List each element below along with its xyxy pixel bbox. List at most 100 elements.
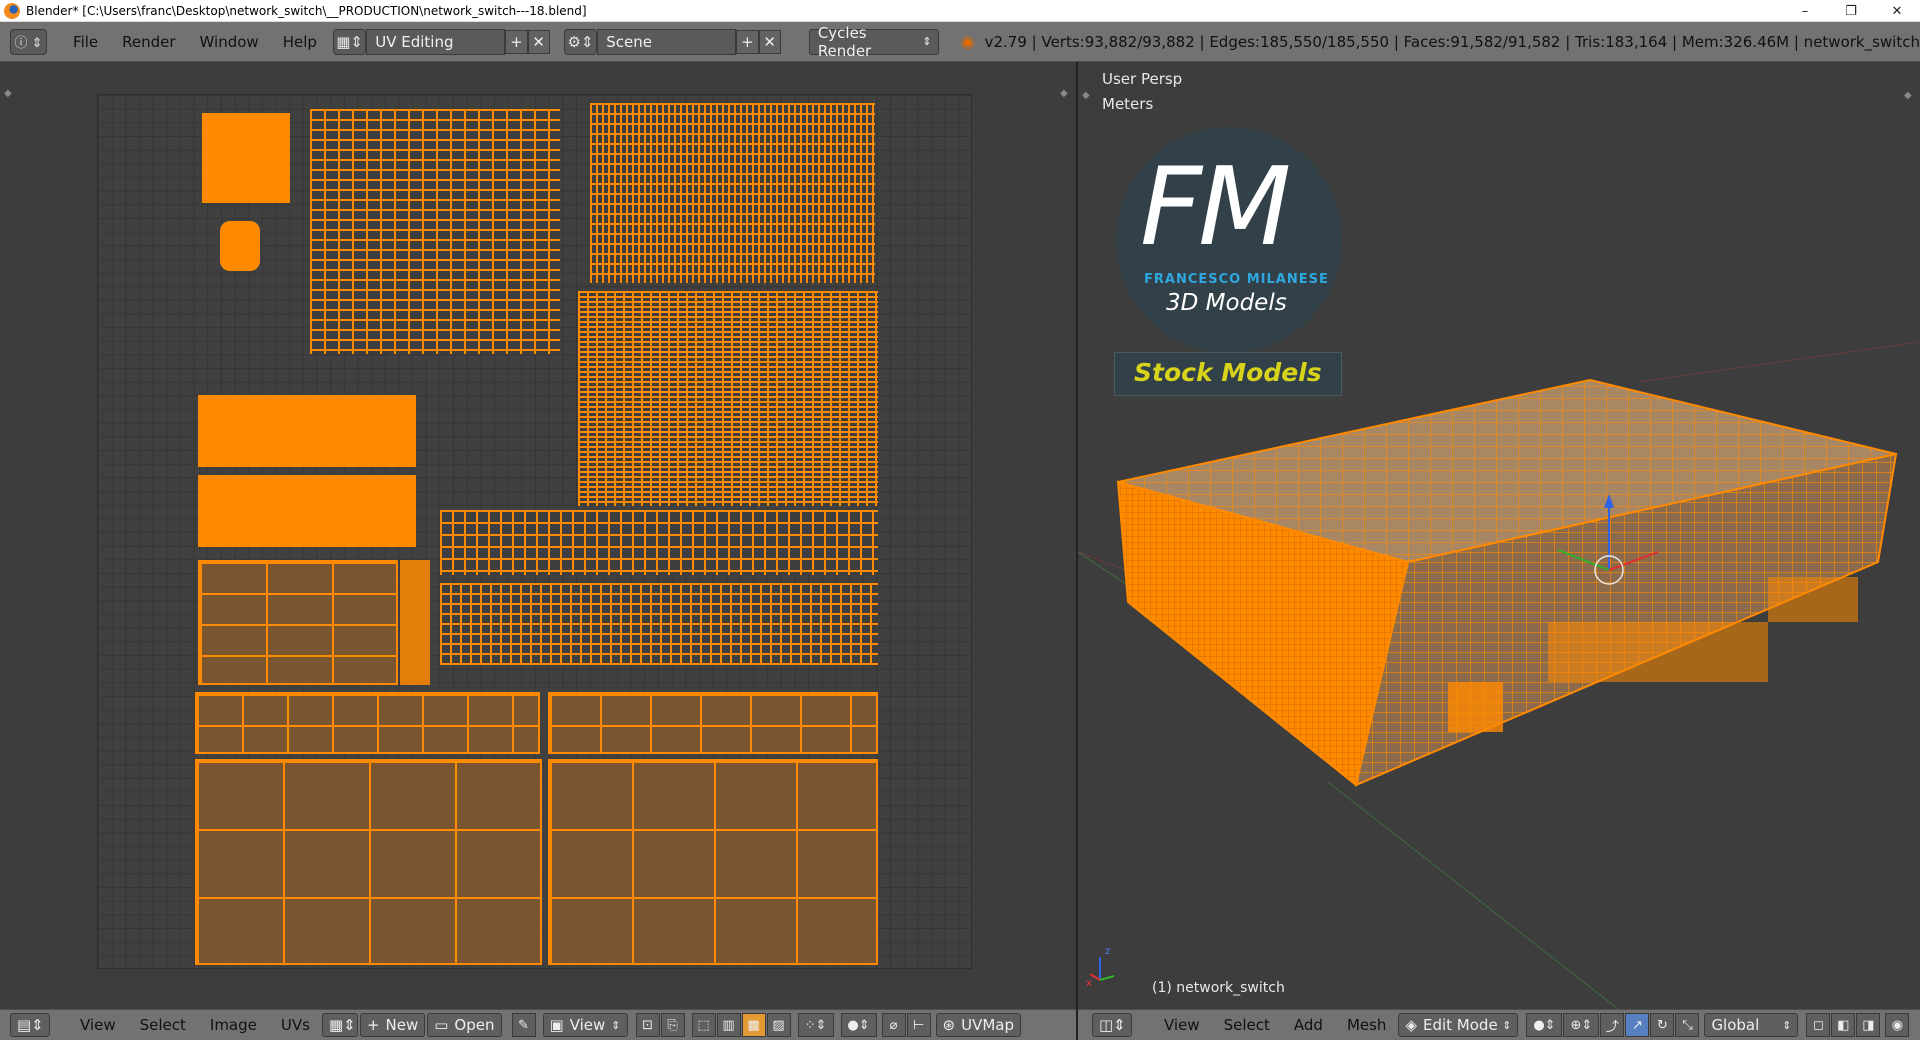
uv-island-box[interactable] [198, 560, 398, 685]
uv-island-cluster[interactable] [310, 109, 560, 354]
x-axis-line-far [1637, 341, 1920, 383]
view-mode-dropdown[interactable]: ▣ View ⇕ [542, 1013, 628, 1037]
viewport-editor-type-button[interactable]: ◫⇕ [1092, 1013, 1132, 1037]
uv-island-large[interactable] [548, 759, 878, 965]
snap-target-icon[interactable]: ⊢ [906, 1013, 931, 1037]
fm-logo-tag: Stock Models [1134, 358, 1322, 387]
minimize-button[interactable]: – [1782, 0, 1828, 22]
vertex-mode-icon[interactable]: ◻ [1806, 1013, 1831, 1037]
occlude-geometry-icon[interactable]: ◉ [1885, 1013, 1910, 1037]
info-editor-type-button[interactable]: ⓘ ⇕ [10, 28, 48, 55]
mode-dropdown[interactable]: ◈ Edit Mode ⇕ [1398, 1013, 1519, 1037]
vp-menu-view[interactable]: View [1152, 1016, 1212, 1034]
manipulator-toggle-icon[interactable]: ⤴ [1600, 1013, 1625, 1037]
uv-menu-uvs[interactable]: UVs [269, 1016, 322, 1034]
uvmap-icon: ⊛ [942, 1016, 956, 1034]
uv-island-frame[interactable] [440, 583, 878, 665]
fm-logo-letters: FM [1140, 145, 1291, 270]
proportional-edit-icon[interactable]: ●⇕ [840, 1013, 877, 1037]
sticky-select-icon[interactable]: ⁘⇕ [797, 1013, 834, 1037]
uv-island-panel[interactable] [198, 395, 416, 467]
edit-mode-icon: ◈ [1405, 1016, 1417, 1034]
fm-logo-sub: 3D Models [1166, 290, 1287, 316]
open-image-label: Open [454, 1016, 495, 1034]
face-mode-icon[interactable]: ◨ [1856, 1013, 1881, 1037]
uv-island-box[interactable] [195, 692, 540, 754]
pivot-point-icon[interactable]: ⊕⇕ [1563, 1013, 1600, 1037]
vp-menu-add[interactable]: Add [1282, 1016, 1335, 1034]
uv-island-grid[interactable] [578, 291, 878, 506]
chevron-updown-icon: ⇕ [611, 1018, 621, 1032]
fm-logo-name: FRANCESCO MILANESE [1144, 272, 1329, 287]
uv-image-editor[interactable]: ◆ ◆ [0, 62, 1076, 1009]
orientation-dropdown[interactable]: Global ⇕ [1704, 1013, 1799, 1037]
add-screen-button[interactable]: + [505, 29, 528, 54]
pivot-icon[interactable]: ⊡ [635, 1013, 660, 1037]
viewport-split-widget-right[interactable]: ◆ [1904, 90, 1912, 101]
edge-select-icon[interactable]: ▥ [716, 1013, 741, 1037]
screen-layout-icon[interactable]: ▦⇕ [332, 28, 367, 55]
edge-mode-icon[interactable]: ◧ [1831, 1013, 1856, 1037]
add-scene-button[interactable]: + [736, 29, 759, 54]
uv-island[interactable] [202, 113, 290, 203]
remove-screen-button[interactable]: ✕ [527, 29, 550, 54]
remove-scene-button[interactable]: ✕ [758, 29, 781, 54]
uv-menu-image[interactable]: Image [198, 1016, 269, 1034]
orientation-label: Global [1711, 1016, 1760, 1034]
maximize-button[interactable]: ❐ [1828, 0, 1874, 22]
vertex-select-icon[interactable]: ⬚ [691, 1013, 716, 1037]
scene-field[interactable]: Scene [597, 28, 737, 55]
3d-viewport[interactable]: ◆ ◆ User Persp Meters (1) network_switch… [1078, 62, 1920, 1009]
vp-menu-select[interactable]: Select [1212, 1016, 1282, 1034]
switch-port-row[interactable] [1548, 622, 1768, 682]
area-split-widget[interactable]: ◆ [4, 88, 12, 99]
uv-grid[interactable] [97, 94, 972, 969]
uv-island-dots[interactable] [400, 560, 430, 685]
sync-selection-icon[interactable]: ⎘ [660, 1013, 685, 1037]
shading-icon[interactable]: ●⇕ [1526, 1013, 1563, 1037]
uv-island-strip[interactable] [590, 103, 875, 283]
uv-island[interactable] [220, 221, 260, 271]
translate-icon[interactable]: ↗ [1625, 1013, 1650, 1037]
chevron-updown-icon: ⇕ [1502, 1018, 1512, 1032]
uv-editor-toolbar: ▤⇕ View Select Image UVs ▦⇕ + New ▭ Open… [0, 1009, 1076, 1040]
uv-menu-select[interactable]: Select [128, 1016, 198, 1034]
uv-island-large[interactable] [195, 759, 542, 965]
viewport-split-widget[interactable]: ◆ [1082, 90, 1090, 101]
blender-app-icon [4, 2, 20, 19]
image-browse-button[interactable]: ▦⇕ [321, 1013, 358, 1037]
scene-icon[interactable]: ⚙⇕ [563, 28, 598, 55]
menu-help[interactable]: Help [271, 33, 329, 51]
render-engine-dropdown[interactable]: Cycles Render ⇕ [808, 24, 939, 60]
switch-port-row[interactable] [1768, 577, 1858, 622]
uv-island-box[interactable] [548, 692, 878, 754]
uvmap-label: UVMap [961, 1016, 1014, 1034]
units-label: Meters [1102, 95, 1154, 113]
editor-type-button[interactable]: ▤⇕ [10, 1013, 50, 1037]
menu-file[interactable]: File [61, 33, 110, 51]
close-button[interactable]: ✕ [1874, 0, 1920, 22]
uv-island-frame[interactable] [440, 510, 878, 575]
open-image-button[interactable]: ▭ Open [427, 1013, 502, 1037]
screen-layout-field[interactable]: UV Editing [366, 28, 506, 55]
menu-window[interactable]: Window [188, 33, 271, 51]
area-split-widget-right[interactable]: ◆ [1060, 88, 1068, 99]
island-select-icon[interactable]: ▨ [766, 1013, 791, 1037]
scale-icon[interactable]: ⤡ [1675, 1013, 1700, 1037]
switch-port[interactable] [1448, 682, 1503, 732]
axis-label-z: z [1105, 946, 1111, 957]
rotate-icon[interactable]: ↻ [1650, 1013, 1675, 1037]
chevron-updown-icon: ⇕ [1782, 1018, 1792, 1032]
new-image-button[interactable]: + New [359, 1013, 426, 1037]
uv-island-panel[interactable] [198, 475, 416, 547]
menu-render[interactable]: Render [110, 33, 187, 51]
vp-menu-mesh[interactable]: Mesh [1335, 1016, 1399, 1034]
face-select-icon[interactable]: ▩ [741, 1013, 766, 1037]
pin-icon[interactable]: ✎ [511, 1013, 536, 1037]
view-name: User Persp [1102, 70, 1183, 88]
snap-icon[interactable]: ⌀ [881, 1013, 906, 1037]
uv-menu-view[interactable]: View [68, 1016, 128, 1034]
chevron-updown-icon: ⇕ [922, 35, 932, 48]
uvmap-dropdown[interactable]: ⊛ UVMap [935, 1013, 1021, 1037]
axis-label-x: x [1086, 978, 1092, 989]
